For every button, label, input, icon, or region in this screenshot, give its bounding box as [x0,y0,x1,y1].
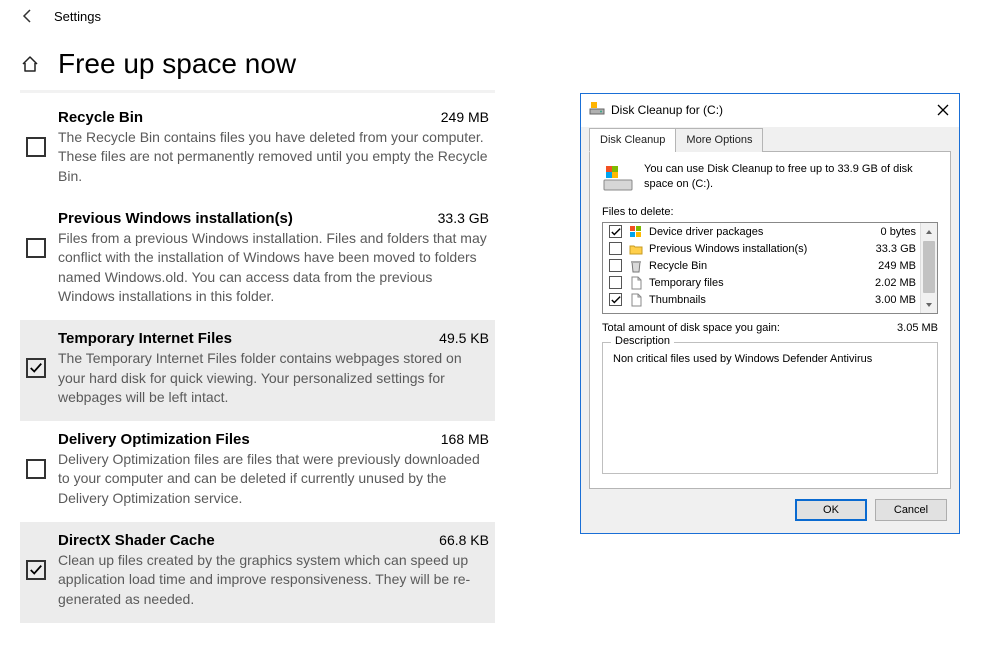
file-row[interactable]: Thumbnails 3.00 MB [603,291,920,308]
scroll-up-icon[interactable] [921,223,937,240]
item-body: Previous Windows installation(s) 33.3 GB F… [58,210,489,306]
file-type-icon [628,224,643,239]
file-size: 0 bytes [881,226,916,238]
tab-more-options[interactable]: More Options [675,128,763,152]
item-description: Clean up files created by the graphics s… [58,551,489,609]
item-description: The Recycle Bin contains files you have … [58,128,489,186]
description-group: Description Non critical files used by W… [602,342,938,474]
checkbox[interactable] [26,137,46,157]
item-title: DirectX Shader Cache [58,532,215,549]
file-type-icon [628,258,643,273]
item-body: Recycle Bin 249 MB The Recycle Bin contain… [58,109,489,186]
top-bar: Settings [20,8,495,24]
summary-text: You can use Disk Cleanup to free up to 3… [644,162,938,193]
item-description: Delivery Optimization files are files th… [58,450,489,508]
file-size: 3.00 MB [875,294,916,306]
item-title: Recycle Bin [58,109,143,126]
item-size: 249 MB [441,109,489,125]
item-size: 66.8 KB [439,532,489,548]
file-name: Device driver packages [649,226,869,238]
cleanup-item-list: Recycle Bin 249 MB The Recycle Bin contain… [20,99,495,623]
tab-page: You can use Disk Cleanup to free up to 3… [589,152,951,489]
item-title: Previous Windows installation(s) [58,210,293,227]
dialog-button-row: OK Cancel [589,489,951,525]
description-body: Non critical files used by Windows Defen… [613,353,927,463]
file-type-icon [628,241,643,256]
scrollbar[interactable] [920,223,937,313]
checkbox[interactable] [609,276,622,289]
file-size: 2.02 MB [875,277,916,289]
item-body: Temporary Internet Files 49.5 KB The Tempo… [58,330,489,407]
item-title: Temporary Internet Files [58,330,232,347]
cancel-button[interactable]: Cancel [875,499,947,521]
settings-panel: Settings Free up space now Recycle Bin 24… [20,8,495,623]
dialog-body: Disk Cleanup More Options You can use Di… [581,127,959,533]
item-description: Files from a previous Windows installati… [58,229,489,306]
checkbox[interactable] [26,358,46,378]
title-row: Free up space now [20,48,495,80]
file-size: 249 MB [878,260,916,272]
total-row: Total amount of disk space you gain: 3.0… [602,322,938,334]
files-scrollarea[interactable]: Device driver packages 0 bytes Previous Wi… [603,223,920,313]
files-to-delete-label: Files to delete: [602,206,938,218]
settings-label: Settings [54,9,101,24]
item-body: DirectX Shader Cache 66.8 KB Clean up file… [58,532,489,609]
back-arrow-icon[interactable] [20,8,36,24]
files-list: Device driver packages 0 bytes Previous Wi… [602,222,938,314]
checkbox[interactable] [609,293,622,306]
file-size: 33.3 GB [876,243,916,255]
file-row[interactable]: Temporary files 2.02 MB [603,274,920,291]
ok-button[interactable]: OK [795,499,867,521]
file-row[interactable]: Recycle Bin 249 MB [603,257,920,274]
home-icon[interactable] [20,54,40,74]
file-row[interactable]: Previous Windows installation(s) 33.3 GB [603,240,920,257]
disk-cleanup-dialog: Disk Cleanup for (C:) Disk Cleanup More … [580,93,960,534]
divider [20,90,495,93]
file-name: Temporary files [649,277,863,289]
file-name: Previous Windows installation(s) [649,243,864,255]
tab-disk-cleanup[interactable]: Disk Cleanup [589,128,676,152]
file-type-icon [628,292,643,307]
item-size: 33.3 GB [438,210,489,226]
file-type-icon [628,275,643,290]
description-title: Description [611,335,674,347]
file-name: Recycle Bin [649,260,866,272]
checkbox[interactable] [26,560,46,580]
file-row[interactable]: Device driver packages 0 bytes [603,223,920,240]
page-title: Free up space now [58,48,296,80]
file-name: Thumbnails [649,294,863,306]
scroll-down-icon[interactable] [921,296,937,313]
checkbox[interactable] [609,225,622,238]
item-body: Delivery Optimization Files 168 MB Deliver… [58,431,489,508]
list-item[interactable]: DirectX Shader Cache 66.8 KB Clean up file… [20,522,495,623]
dialog-title: Disk Cleanup for (C:) [611,103,927,117]
drive-large-icon [602,162,634,194]
checkbox[interactable] [26,238,46,258]
checkbox[interactable] [26,459,46,479]
item-size: 168 MB [441,431,489,447]
list-item[interactable]: Delivery Optimization Files 168 MB Deliver… [20,421,495,522]
list-item[interactable]: Temporary Internet Files 49.5 KB The Tempo… [20,320,495,421]
close-icon[interactable] [933,104,953,116]
total-label: Total amount of disk space you gain: [602,322,780,334]
checkbox[interactable] [609,242,622,255]
drive-icon [589,100,605,119]
total-value: 3.05 MB [897,322,938,334]
dialog-tabs: Disk Cleanup More Options [589,127,951,152]
scroll-thumb[interactable] [923,241,935,293]
list-item[interactable]: Previous Windows installation(s) 33.3 GB F… [20,200,495,320]
dialog-titlebar[interactable]: Disk Cleanup for (C:) [581,94,959,125]
item-title: Delivery Optimization Files [58,431,250,448]
list-item[interactable]: Recycle Bin 249 MB The Recycle Bin contain… [20,99,495,200]
item-description: The Temporary Internet Files folder cont… [58,349,489,407]
item-size: 49.5 KB [439,330,489,346]
checkbox[interactable] [609,259,622,272]
summary-row: You can use Disk Cleanup to free up to 3… [602,162,938,194]
